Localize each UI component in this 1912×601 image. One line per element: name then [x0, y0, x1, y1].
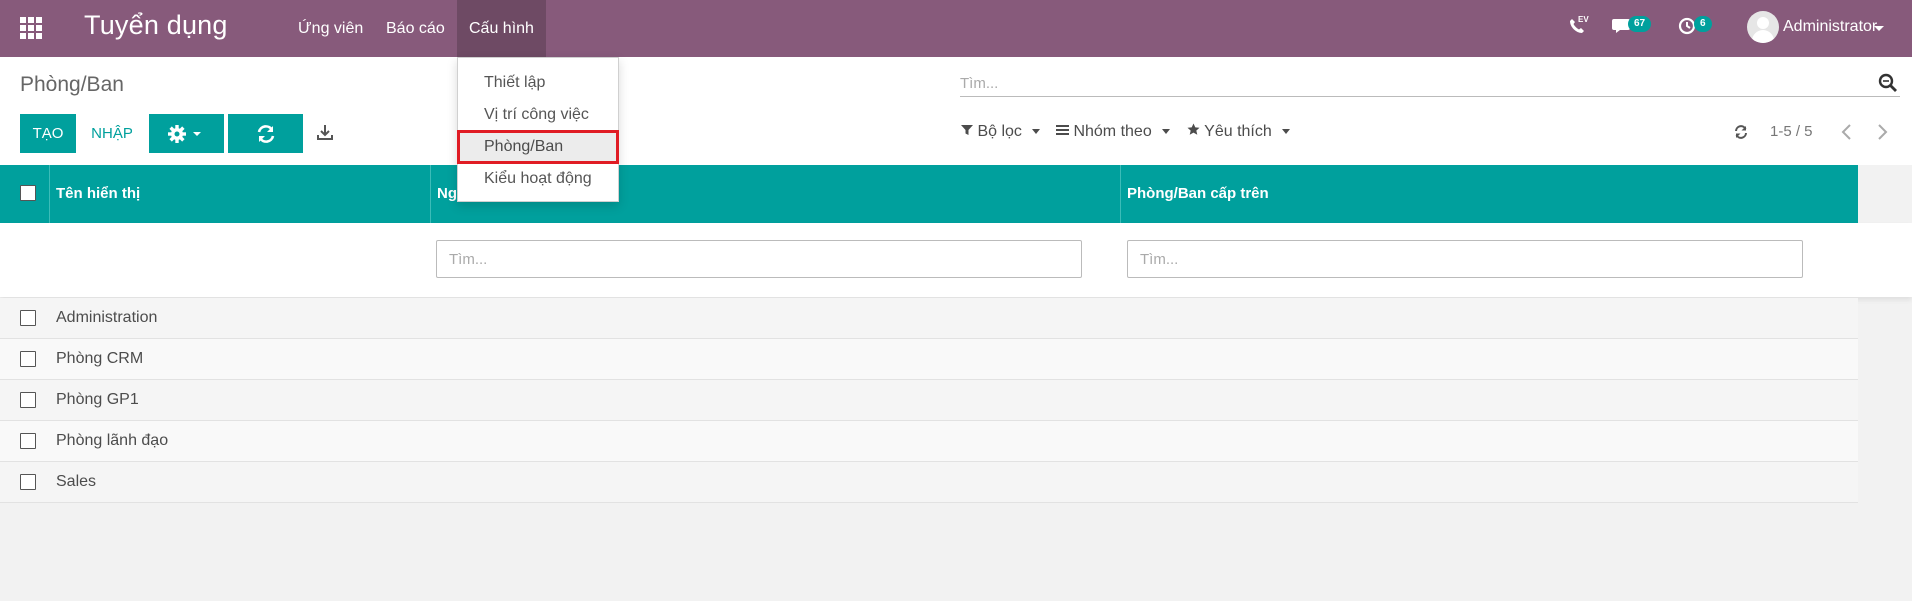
filter-label: Bộ lọc: [977, 123, 1022, 140]
row-checkbox[interactable]: [20, 310, 36, 326]
row-display-name: Phòng GP1: [56, 391, 139, 408]
row-display-name: Administration: [56, 309, 158, 326]
column-parent-department[interactable]: Phòng/Ban cấp trên: [1121, 165, 1858, 223]
groupby-label: Nhóm theo: [1073, 123, 1152, 140]
groupby-dropdown[interactable]: Nhóm theo: [1056, 123, 1171, 141]
column-display-name[interactable]: Tên hiển thị: [50, 165, 431, 223]
funnel-icon: [961, 125, 973, 135]
row-checkbox[interactable]: [20, 392, 36, 408]
config-dropdown-menu: Thiết lập Vị trí công việc Phòng/Ban Kiể…: [457, 57, 619, 202]
parent-filter-input[interactable]: [1127, 240, 1803, 278]
avatar[interactable]: [1747, 11, 1779, 43]
row-display-name: Phòng CRM: [56, 350, 144, 367]
groupby-caret-icon: [1162, 129, 1171, 135]
column-filter-row: [0, 223, 1912, 297]
search-input[interactable]: [960, 71, 1860, 95]
filter-dropdown[interactable]: Bộ lọc: [961, 123, 1041, 141]
row-display-name: Sales: [56, 473, 97, 490]
table-body: Administration Phòng CRM Phòng GP1 Phòng…: [0, 298, 1858, 503]
row-display-name: Phòng lãnh đạo: [56, 432, 169, 449]
row-checkbox[interactable]: [20, 351, 36, 367]
user-caret-icon[interactable]: [1874, 26, 1884, 31]
breadcrumb: Phòng/Ban: [20, 73, 124, 96]
star-icon: [1187, 123, 1200, 135]
activities-badge: 6: [1694, 16, 1712, 32]
search-box: [960, 71, 1900, 97]
apps-menu-icon[interactable]: [20, 17, 44, 39]
user-name[interactable]: Administrator: [1783, 18, 1877, 36]
top-navbar: Tuyển dụng Ứng viên Báo cáo Cấu hình EV …: [0, 0, 1912, 57]
favorites-label: Yêu thích: [1204, 123, 1272, 140]
row-checkbox[interactable]: [20, 474, 36, 490]
favorites-caret-icon: [1282, 129, 1291, 135]
pager-next-icon[interactable]: [1875, 123, 1889, 146]
row-checkbox[interactable]: [20, 433, 36, 449]
table-row[interactable]: Administration: [0, 298, 1858, 339]
menu-ung-vien[interactable]: Ứng viên: [286, 0, 375, 57]
menu-item-settings[interactable]: Thiết lập: [458, 67, 618, 99]
select-all-checkbox[interactable]: [20, 185, 36, 201]
menu-item-departments[interactable]: Phòng/Ban: [457, 130, 619, 164]
call-label: EV: [1578, 15, 1589, 24]
table-row[interactable]: Phòng lãnh đạo: [0, 421, 1858, 462]
select-all-cell: [0, 165, 50, 223]
menu-item-job-positions[interactable]: Vị trí công việc: [458, 99, 618, 131]
create-button[interactable]: TẠO: [20, 114, 76, 153]
refresh-button[interactable]: [228, 114, 303, 153]
menu-cau-hinh[interactable]: Cấu hình: [457, 0, 546, 57]
table-row[interactable]: Phòng CRM: [0, 339, 1858, 380]
app-title[interactable]: Tuyển dụng: [84, 10, 228, 41]
filter-caret-icon: [1032, 129, 1041, 135]
pager-value[interactable]: 1-5 / 5: [1770, 123, 1813, 140]
pager-refresh-icon[interactable]: [1733, 124, 1749, 145]
pager-previous-icon[interactable]: [1840, 123, 1854, 146]
bars-icon: [1056, 125, 1069, 135]
action-gear-button[interactable]: [149, 114, 224, 153]
import-button[interactable]: NHẬP: [80, 114, 144, 153]
control-panel: Phòng/Ban TẠO NHẬP: [0, 57, 1912, 165]
messages-badge: 67: [1628, 16, 1652, 32]
favorites-dropdown[interactable]: Yêu thích: [1187, 123, 1291, 141]
table-header: Tên hiển thị Ng Phòng/Ban cấp trên: [0, 165, 1858, 223]
menu-bao-cao[interactable]: Báo cáo: [374, 0, 457, 57]
search-icon[interactable]: [1878, 73, 1900, 95]
activity-clock-icon[interactable]: [1678, 17, 1696, 40]
table-row[interactable]: Phòng GP1: [0, 380, 1858, 421]
menu-item-activity-types[interactable]: Kiểu hoạt động: [458, 163, 618, 195]
table-row[interactable]: Sales: [0, 462, 1858, 503]
manager-filter-input[interactable]: [436, 240, 1082, 278]
download-icon[interactable]: [316, 123, 336, 143]
